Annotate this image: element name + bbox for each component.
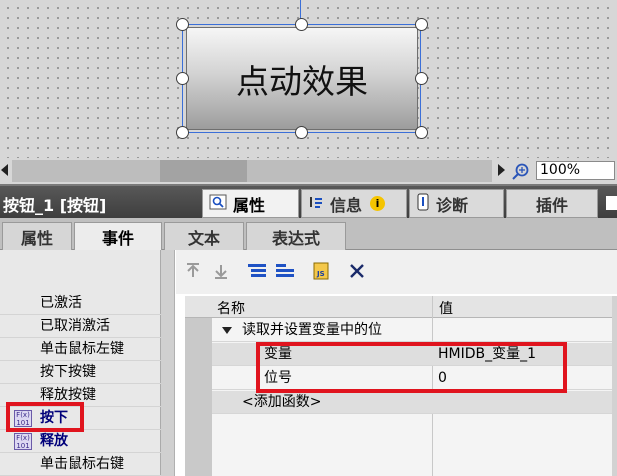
column-header-name[interactable]: 名称 — [217, 298, 245, 318]
event-label: 已取消激活 — [40, 318, 110, 334]
subtab-properties[interactable]: 属性 — [2, 222, 72, 250]
event-item-left-click[interactable]: 单击鼠标左键 — [0, 338, 161, 361]
panel-splitter[interactable] — [161, 250, 175, 476]
resize-handle-bottom-mid[interactable] — [295, 126, 308, 139]
zoom-level-field[interactable]: 100% — [536, 161, 615, 180]
highlight-box-params — [256, 342, 567, 393]
tab-plugins-label: 插件 — [535, 195, 568, 215]
subtab-texts[interactable]: 文本 — [164, 222, 244, 250]
row-gutter — [185, 318, 212, 476]
delete-icon[interactable] — [346, 260, 368, 282]
scroll-left-icon[interactable] — [1, 164, 8, 176]
event-label: 单击鼠标左键 — [40, 341, 124, 357]
add-function-label[interactable]: <添加函数> — [242, 391, 321, 413]
column-header-value[interactable]: 值 — [439, 298, 453, 318]
hmi-button[interactable]: 点动效果 — [186, 27, 418, 130]
table-row-function[interactable]: 读取并设置变量中的位 — [212, 319, 612, 342]
highlight-box-event — [6, 402, 84, 432]
screen-canvas[interactable]: 点动效果 — [0, 0, 617, 158]
event-item-deactivated[interactable]: 已取消激活 — [0, 315, 161, 338]
resize-handle-top-mid[interactable] — [295, 18, 308, 31]
inspector-header: 按钮_1 [按钮] 属性 信息 i 诊断 插件 — [0, 184, 617, 218]
event-list: 已激活 已取消激活 单击鼠标左键 按下按键 释放按键 F(x) 101 按下 F(… — [0, 250, 161, 476]
scroll-thumb[interactable] — [160, 160, 247, 182]
event-item-right-click[interactable]: 单击鼠标右键 — [0, 453, 161, 476]
table-row-add-function[interactable]: <添加函数> — [212, 391, 612, 414]
event-item-release[interactable]: F(x) 101 释放 — [0, 430, 161, 453]
tab-diagnostics-label: 诊断 — [436, 195, 469, 215]
table-scrollbar[interactable] — [612, 296, 617, 476]
expand-all-icon[interactable] — [246, 260, 268, 282]
event-item-key-down[interactable]: 按下按键 — [0, 361, 161, 384]
table-header: 名称 值 — [185, 296, 612, 318]
script-icon[interactable]: JS — [310, 260, 332, 282]
canvas-scrollbar-area: 100% — [0, 158, 617, 184]
function-name: 读取并设置变量中的位 — [242, 322, 382, 338]
resize-handle-bottom-right[interactable] — [415, 126, 428, 139]
resize-handle-mid-left[interactable] — [176, 72, 189, 85]
resize-handle-mid-right[interactable] — [415, 72, 428, 85]
event-label: 按下按键 — [40, 364, 96, 380]
zoom-icon[interactable] — [510, 161, 532, 181]
tab-diagnostics[interactable]: 诊断 — [409, 189, 504, 218]
info-icon: i — [370, 196, 386, 211]
function-list-icon: F(x) 101 — [14, 433, 32, 450]
resize-handle-top-right[interactable] — [415, 18, 428, 31]
move-up-icon[interactable] — [182, 260, 204, 282]
subtab-events[interactable]: 事件 — [74, 222, 162, 251]
svg-text:JS: JS — [316, 270, 325, 278]
collapse-panel-icon[interactable] — [606, 196, 617, 210]
inspector-title: 按钮_1 [按钮] — [3, 196, 107, 215]
event-item-activated[interactable]: 已激活 — [0, 292, 161, 315]
properties-icon — [209, 194, 227, 214]
move-down-icon[interactable] — [210, 260, 232, 282]
diagnostics-icon — [416, 193, 430, 215]
resize-handle-top-left[interactable] — [176, 18, 189, 31]
tab-properties[interactable]: 属性 — [202, 189, 299, 218]
event-label: 释放 — [40, 433, 68, 449]
event-label: 单击鼠标右键 — [40, 456, 124, 472]
resize-handle-bottom-left[interactable] — [176, 126, 189, 139]
subtab-expressions[interactable]: 表达式 — [246, 222, 346, 250]
tab-info-label: 信息 — [330, 195, 363, 215]
tab-plugins[interactable]: 插件 — [506, 189, 598, 218]
event-label: 已激活 — [40, 295, 82, 311]
inspector-subtabs: 属性 事件 文本 表达式 — [0, 218, 617, 251]
function-toolbar: JS — [176, 250, 617, 294]
info-list-icon — [308, 194, 324, 214]
collapse-arrow-icon[interactable] — [222, 327, 232, 334]
collapse-all-icon[interactable] — [274, 260, 296, 282]
tab-properties-label: 属性 — [233, 195, 266, 215]
scroll-right-icon[interactable] — [498, 164, 505, 176]
tab-info[interactable]: 信息 i — [301, 189, 407, 218]
horizontal-scrollbar[interactable] — [12, 160, 492, 182]
